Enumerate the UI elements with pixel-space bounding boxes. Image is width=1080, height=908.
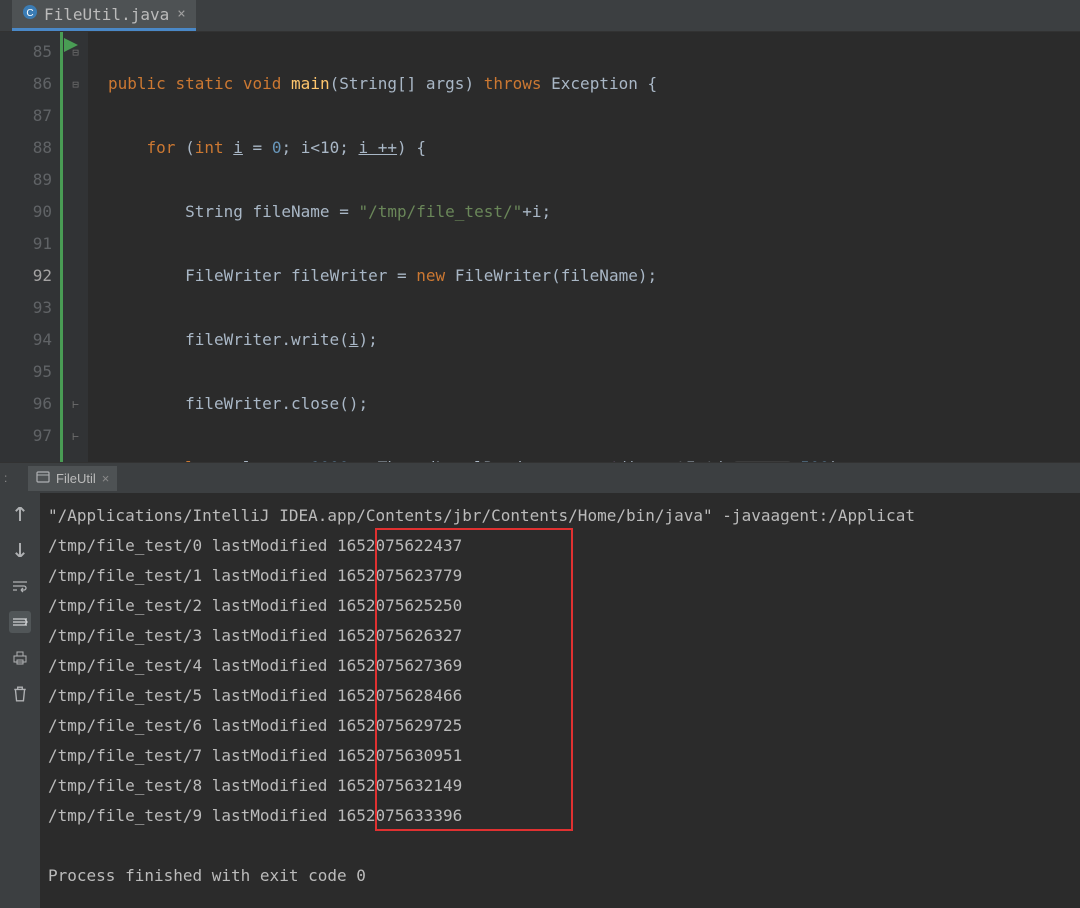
line-number: 86 (0, 68, 52, 100)
fold-gutter: ⊟ ⊟ ⊢ ⊢ (60, 32, 88, 462)
console-line: /tmp/file_test/0 lastModified 1652075622… (48, 531, 1080, 561)
line-number: 91 (0, 228, 52, 260)
console-line: /tmp/file_test/2 lastModified 1652075625… (48, 591, 1080, 621)
fold-end-marker[interactable]: ⊢ (63, 388, 88, 420)
scroll-down-button[interactable] (9, 539, 31, 561)
code-area[interactable]: public static void main(String[] args) t… (88, 32, 1080, 462)
console-line: /tmp/file_test/3 lastModified 1652075626… (48, 621, 1080, 651)
line-number: 93 (0, 292, 52, 324)
scroll-up-button[interactable] (9, 503, 31, 525)
console-line: /tmp/file_test/7 lastModified 1652075630… (48, 741, 1080, 771)
line-number: 96 (0, 388, 52, 420)
code-line: fileWriter.close(); (108, 388, 1080, 420)
print-button[interactable] (9, 647, 31, 669)
line-number: 95 (0, 356, 52, 388)
code-line: public static void main(String[] args) t… (108, 68, 1080, 100)
line-number: 85 (0, 36, 52, 68)
line-number: 87 (0, 100, 52, 132)
editor-tab-fileutil[interactable]: C FileUtil.java × (12, 0, 196, 31)
close-icon[interactable]: × (102, 471, 110, 486)
console-line: /tmp/file_test/5 lastModified 1652075628… (48, 681, 1080, 711)
line-number-gutter: 85868788899091929394959697 (0, 32, 60, 462)
scroll-to-end-button[interactable] (9, 611, 31, 633)
line-number: 90 (0, 196, 52, 228)
run-tool-window: : FileUtil × "/Applications/IntelliJ IDE… (0, 462, 1080, 908)
line-number: 89 (0, 164, 52, 196)
fold-end-marker[interactable]: ⊢ (63, 420, 88, 452)
console-cmd-line: "/Applications/IntelliJ IDEA.app/Content… (48, 501, 1080, 531)
code-line: FileWriter fileWriter = new FileWriter(f… (108, 260, 1080, 292)
console-line: /tmp/file_test/4 lastModified 1652075627… (48, 651, 1080, 681)
delete-button[interactable] (9, 683, 31, 705)
line-number: 97 (0, 420, 52, 452)
line-number: 94 (0, 324, 52, 356)
editor-tab-bar: C FileUtil.java × (0, 0, 1080, 32)
run-gutter-icon[interactable] (64, 37, 78, 56)
console-icon (36, 470, 50, 487)
svg-text:C: C (26, 8, 33, 19)
code-line: fileWriter.write(i); (108, 324, 1080, 356)
code-line: String fileName = "/tmp/file_test/"+i; (108, 196, 1080, 228)
run-tab[interactable]: FileUtil × (28, 466, 117, 491)
console-output[interactable]: "/Applications/IntelliJ IDEA.app/Content… (40, 493, 1080, 908)
soft-wrap-button[interactable] (9, 575, 31, 597)
editor-tab-label: FileUtil.java (44, 5, 169, 24)
code-line: for (int i = 0; i<10; i ++) { (108, 132, 1080, 164)
console-line: /tmp/file_test/6 lastModified 1652075629… (48, 711, 1080, 741)
console-blank (48, 831, 1080, 861)
console-exit-line: Process finished with exit code 0 (48, 861, 1080, 891)
run-tab-label: FileUtil (56, 471, 96, 486)
fold-marker[interactable]: ⊟ (63, 68, 88, 100)
java-class-icon: C (22, 4, 38, 24)
console-line: /tmp/file_test/1 lastModified 1652075623… (48, 561, 1080, 591)
run-tab-bar: : FileUtil × (0, 463, 1080, 493)
line-number: 88 (0, 132, 52, 164)
code-editor[interactable]: 85868788899091929394959697 ⊟ ⊟ ⊢ ⊢ publi… (0, 32, 1080, 462)
console-line: /tmp/file_test/9 lastModified 1652075633… (48, 801, 1080, 831)
close-icon[interactable]: × (177, 6, 185, 22)
run-toolbar (0, 493, 40, 908)
code-line: long sleep = 1000 + ThreadLocalRandom.cu… (108, 452, 1080, 462)
line-number: 92 (0, 260, 52, 292)
console-line: /tmp/file_test/8 lastModified 1652075632… (48, 771, 1080, 801)
